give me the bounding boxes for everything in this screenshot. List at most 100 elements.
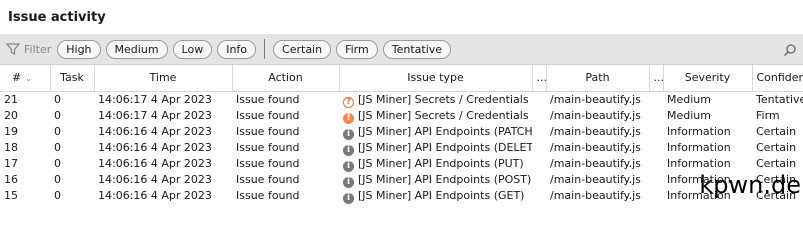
panel-title-bar: Issue activity bbox=[0, 0, 803, 34]
row-number: 16 bbox=[4, 173, 18, 186]
info-severity-icon: i bbox=[343, 128, 354, 140]
row-collapsed-1 bbox=[532, 108, 546, 124]
column-header-time[interactable]: Time bbox=[94, 65, 233, 92]
row-path: /main-beautify.js bbox=[550, 157, 641, 170]
issue-type-label: [JS Miner] Secrets / Credentials bbox=[358, 92, 529, 106]
issue-type-label: [JS Miner] API Endpoints (GET) bbox=[358, 188, 525, 202]
row-time: 14:06:16 4 Apr 2023 bbox=[98, 141, 212, 154]
row-collapsed-1 bbox=[532, 156, 546, 172]
row-confidence: Firm bbox=[756, 109, 780, 122]
column-header-issue-type[interactable]: Issue type bbox=[339, 65, 533, 92]
row-collapsed-2 bbox=[649, 156, 663, 172]
row-severity: Information bbox=[667, 157, 731, 170]
issue-type-label: [JS Miner] API Endpoints (PUT) bbox=[358, 156, 524, 170]
table-row[interactable]: 17 0 14:06:16 4 Apr 2023 Issue found i [JS Mi… bbox=[0, 156, 803, 172]
row-collapsed-1 bbox=[532, 172, 546, 188]
row-path: /main-beautify.js bbox=[550, 173, 641, 186]
filter-divider bbox=[264, 39, 266, 59]
column-header-severity[interactable]: Severity bbox=[663, 65, 753, 92]
row-action: Issue found bbox=[236, 109, 300, 122]
row-issue-type: ! [JS Miner] Secrets / Credentials bbox=[339, 108, 532, 124]
table-row[interactable]: 18 0 14:06:16 4 Apr 2023 Issue found i [JS Mi… bbox=[0, 140, 803, 156]
filter-chip-low[interactable]: Low bbox=[172, 39, 213, 59]
row-action: Issue found bbox=[236, 189, 300, 202]
info-severity-icon: i bbox=[343, 144, 354, 156]
row-number: 19 bbox=[4, 125, 18, 138]
filter-label[interactable]: Filter bbox=[24, 43, 51, 56]
row-action: Issue found bbox=[236, 173, 300, 186]
row-confidence: Certain bbox=[756, 141, 797, 154]
sort-chevron-down-icon[interactable]: ⌄ bbox=[25, 74, 33, 84]
row-time: 14:06:16 4 Apr 2023 bbox=[98, 189, 212, 202]
row-task: 0 bbox=[54, 109, 61, 122]
column-header-task[interactable]: Task bbox=[50, 65, 95, 92]
row-task: 0 bbox=[54, 173, 61, 186]
question-severity-icon: ? bbox=[343, 96, 354, 108]
row-path: /main-beautify.js bbox=[550, 125, 641, 138]
row-task: 0 bbox=[54, 157, 61, 170]
filter-chip-certain[interactable]: Certain bbox=[273, 39, 332, 59]
column-header-collapsed-1[interactable]: ... bbox=[532, 65, 547, 92]
row-severity: Information bbox=[667, 125, 731, 138]
row-path: /main-beautify.js bbox=[550, 141, 641, 154]
column-header-confidence[interactable]: Confidence bbox=[752, 65, 803, 92]
table-row[interactable]: 15 0 14:06:16 4 Apr 2023 Issue found i [JS Mi… bbox=[0, 188, 803, 204]
row-path: /main-beautify.js bbox=[550, 109, 641, 122]
row-time: 14:06:17 4 Apr 2023 bbox=[98, 93, 212, 106]
exclamation-severity-icon: ! bbox=[343, 112, 354, 124]
row-time: 14:06:16 4 Apr 2023 bbox=[98, 157, 212, 170]
panel-title: Issue activity bbox=[8, 9, 106, 25]
issue-type-label: [JS Miner] Secrets / Credentials bbox=[358, 108, 529, 122]
issue-type-label: [JS Miner] API Endpoints (POST) bbox=[358, 172, 532, 186]
row-collapsed-2 bbox=[649, 140, 663, 156]
filter-chip-medium[interactable]: Medium bbox=[105, 39, 168, 59]
filter-chip-tentative[interactable]: Tentative bbox=[382, 39, 452, 59]
row-collapsed-2 bbox=[649, 108, 663, 124]
search-icon[interactable] bbox=[783, 42, 797, 57]
row-issue-type: i [JS Miner] API Endpoints (DELETE) bbox=[339, 140, 532, 156]
row-collapsed-2 bbox=[649, 124, 663, 140]
info-severity-icon: i bbox=[343, 160, 354, 172]
issue-type-label: [JS Miner] API Endpoints (DELETE) bbox=[358, 140, 532, 154]
row-issue-type: i [JS Miner] API Endpoints (POST) bbox=[339, 172, 532, 188]
row-action: Issue found bbox=[236, 125, 300, 138]
row-number: 15 bbox=[4, 189, 18, 202]
table-row[interactable]: 19 0 14:06:16 4 Apr 2023 Issue found i [JS Mi… bbox=[0, 124, 803, 140]
row-action: Issue found bbox=[236, 141, 300, 154]
table-row[interactable]: 20 0 14:06:17 4 Apr 2023 Issue found! [JS Mi… bbox=[0, 108, 803, 124]
column-header-number[interactable]: # ⌄ bbox=[0, 65, 51, 92]
filter-chip-high[interactable]: High bbox=[57, 39, 101, 59]
issue-activity-table: # ⌄ Task Time Action Issue type ... Path… bbox=[0, 65, 803, 204]
watermark-text: kpwn.de bbox=[699, 171, 801, 199]
row-severity: Medium bbox=[667, 93, 711, 106]
row-confidence: Tentative bbox=[756, 93, 803, 106]
row-issue-type: ? [JS Miner] Secrets / Credentials bbox=[339, 91, 532, 108]
row-time: 14:06:16 4 Apr 2023 bbox=[98, 173, 212, 186]
issue-type-label: [JS Miner] API Endpoints (PATCH) bbox=[358, 124, 532, 138]
row-action: Issue found bbox=[236, 93, 300, 106]
row-number: 17 bbox=[4, 157, 18, 170]
table-row[interactable]: 16 0 14:06:16 4 Apr 2023 Issue found i [JS Mi… bbox=[0, 172, 803, 188]
row-issue-type: i [JS Miner] API Endpoints (GET) bbox=[339, 188, 532, 204]
filter-bar: Filter High Medium Low Info Certain Firm… bbox=[0, 34, 803, 65]
row-task: 0 bbox=[54, 93, 61, 106]
row-path: /main-beautify.js bbox=[550, 189, 641, 202]
table-header-row: # ⌄ Task Time Action Issue type ... Path… bbox=[0, 65, 803, 92]
info-severity-icon: i bbox=[343, 192, 354, 204]
row-number: 21 bbox=[4, 93, 18, 106]
row-time: 14:06:17 4 Apr 2023 bbox=[98, 109, 212, 122]
row-confidence: Certain bbox=[756, 125, 797, 138]
row-path: /main-beautify.js bbox=[550, 93, 641, 106]
filter-chip-info[interactable]: Info bbox=[217, 39, 257, 59]
row-issue-type: i [JS Miner] API Endpoints (PATCH) bbox=[339, 124, 532, 140]
filter-funnel-icon[interactable] bbox=[6, 42, 20, 56]
row-severity: Medium bbox=[667, 109, 711, 122]
filter-chip-firm[interactable]: Firm bbox=[336, 39, 378, 59]
row-collapsed-1 bbox=[532, 91, 546, 108]
table-row[interactable]: 21 0 14:06:17 4 Apr 2023 Issue found? [JS Mi… bbox=[0, 91, 803, 108]
row-collapsed-2 bbox=[649, 172, 663, 188]
column-header-action[interactable]: Action bbox=[232, 65, 340, 92]
info-severity-icon: i bbox=[343, 176, 354, 188]
column-header-path[interactable]: Path bbox=[546, 65, 650, 92]
column-header-collapsed-2[interactable]: ... bbox=[649, 65, 664, 92]
